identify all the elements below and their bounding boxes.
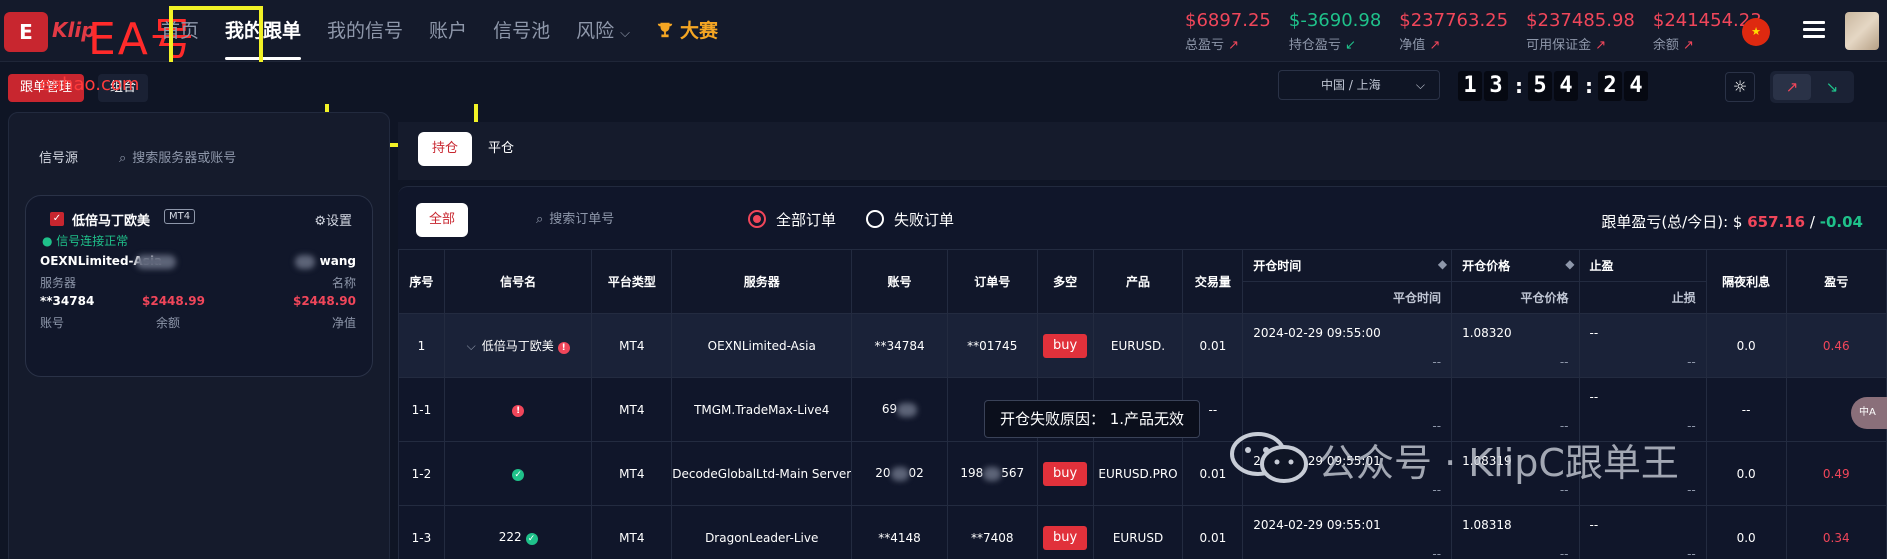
balance-value: $2448.99 [142, 294, 206, 308]
checkbox[interactable]: ✓ [50, 212, 64, 226]
translate-widget[interactable]: 中A [1851, 397, 1887, 429]
china-flag-icon[interactable]: ★ [1742, 18, 1770, 46]
platform-badge: MT4 [164, 209, 196, 224]
chevron-down-icon: ⌵ [620, 26, 630, 41]
sub-bar: 跟单管理 组合 eahao.com 中国 / 上海 ⌵ 13 : 54 : 24… [0, 62, 1887, 104]
sort-icon: ◆ [1437, 257, 1448, 271]
logo-badge: E [4, 12, 48, 52]
warning-icon: ! [557, 342, 570, 354]
hamburger-menu-icon[interactable] [1803, 21, 1825, 39]
account-value: **34784 [40, 294, 95, 308]
trophy-icon [657, 22, 673, 38]
signal-search-input[interactable]: ⌕ 搜索服务器或账号 [119, 147, 236, 166]
table-header-row: 序号 信号名 平台类型 服务器 账号 订单号 多空 产品 交易量 开仓时间 ◆ 开… [398, 249, 1887, 314]
stat-equity[interactable]: $237763.25 净值 ↗ [1399, 10, 1508, 53]
filter-all-button[interactable]: 全部 [416, 203, 468, 237]
table-row[interactable]: 1 ⌵ 低倍马丁欧美 ! MT4 OEXNLimited-Asia **34784… [398, 313, 1887, 378]
equity-value: $2448.90 [292, 294, 356, 308]
stat-total-pnl[interactable]: $6897.25 总盈亏 ↗ [1185, 10, 1271, 53]
signal-card[interactable]: ✓ 低倍马丁欧美 MT4 ⚙设置 ● 信号连接正常 OEXNLimited-As… [25, 195, 373, 377]
buy-badge: buy [1043, 461, 1088, 486]
wechat-watermark: 公众号 · KlipC跟单王 [1318, 441, 1679, 485]
signal-source-panel: 信号源 ⌕ 搜索服务器或账号 ✓ 低倍马丁欧美 MT4 ⚙设置 ● 信号连接正常 … [8, 112, 390, 559]
user-name-value: wang [319, 254, 356, 268]
signal-name: 低倍马丁欧美 [72, 214, 151, 229]
theme-toggle-icon[interactable]: ☼ [1725, 72, 1755, 102]
orders-panel: 全部 ⌕ 搜索订单号 全部订单 失败订单 跟单盈亏(总/今日): $ 657.16… [398, 186, 1887, 559]
position-tabs: 持仓 平仓 [398, 122, 1887, 180]
chevron-down-icon: ⌵ [1415, 78, 1425, 92]
avatar[interactable] [1845, 12, 1879, 50]
radio-all-orders[interactable]: 全部订单 [748, 209, 836, 231]
chevron-down-icon: ⌵ [466, 339, 476, 353]
trend-down-icon[interactable]: ↘ [1813, 74, 1851, 100]
search-icon: ⌕ [536, 212, 544, 227]
arrow-up-icon: ↗ [1228, 38, 1240, 53]
top-bar: E Klip EA号 首页 我的跟单 我的信号 账户 信号池 风险 ⌵ 大赛 $6… [0, 0, 1887, 62]
sort-open-price[interactable]: 开仓价格 ◆ [1451, 249, 1580, 282]
connection-status: ● 信号连接正常 [42, 234, 129, 248]
settings-button[interactable]: ⚙设置 [314, 210, 352, 229]
order-search-input[interactable]: ⌕ 搜索订单号 [524, 205, 740, 235]
panel-title: 信号源 [39, 151, 79, 166]
sort-open-time[interactable]: 开仓时间 ◆ [1242, 249, 1453, 282]
tab-closed-positions[interactable]: 平仓 [488, 132, 514, 166]
search-icon: ⌕ [119, 151, 127, 166]
arrow-up-icon: ↗ [1429, 38, 1441, 53]
gear-icon: ⚙ [314, 214, 326, 229]
nav-my-signals[interactable]: 我的信号 [314, 0, 416, 62]
wechat-icon [1230, 432, 1308, 483]
nav-risk[interactable]: 风险 ⌵ [563, 0, 643, 62]
arrow-up-icon: ↗ [1595, 38, 1607, 53]
failure-reason-tooltip: 开仓失败原因： 1.产品无效 [984, 400, 1200, 438]
account-stats: $6897.25 总盈亏 ↗ $-3690.98 持仓盈亏 ↙ $237763.… [1185, 10, 1780, 53]
nav-account[interactable]: 账户 [416, 0, 480, 62]
copy-pnl-summary: 跟单盈亏(总/今日): $ 657.16 / -0.04 [1601, 213, 1863, 231]
arrow-up-icon: ↗ [1683, 38, 1694, 53]
radio-failed-orders[interactable]: 失败订单 [866, 209, 954, 231]
trend-up-icon[interactable]: ↗ [1773, 74, 1811, 100]
check-circle-icon: ✓ [525, 533, 538, 545]
color-mode-toggle: ↗ ↘ [1770, 71, 1854, 103]
warning-icon: ! [512, 405, 525, 417]
tab-open-positions[interactable]: 持仓 [418, 132, 472, 166]
stat-free-margin[interactable]: $237485.98 可用保证金 ↗ [1526, 10, 1635, 53]
buy-badge: buy [1043, 333, 1088, 358]
timezone-select[interactable]: 中国 / 上海 ⌵ [1278, 70, 1440, 100]
arrow-down-icon: ↙ [1345, 38, 1356, 53]
buy-badge: buy [1043, 525, 1088, 550]
sort-icon: ◆ [1565, 257, 1575, 271]
ea-domain: eahao.com [40, 74, 140, 95]
nav-signal-pool[interactable]: 信号池 [480, 0, 563, 62]
nav-contest[interactable]: 大赛 [643, 0, 731, 62]
check-circle-icon: ✓ [512, 469, 525, 481]
stat-position-pnl[interactable]: $-3690.98 持仓盈亏 ↙ [1289, 10, 1381, 53]
clock: 13 : 54 : 24 [1458, 71, 1650, 101]
table-row[interactable]: 1-3 222 ✓ MT4 DragonLeader-Live **4148 *… [398, 505, 1887, 559]
